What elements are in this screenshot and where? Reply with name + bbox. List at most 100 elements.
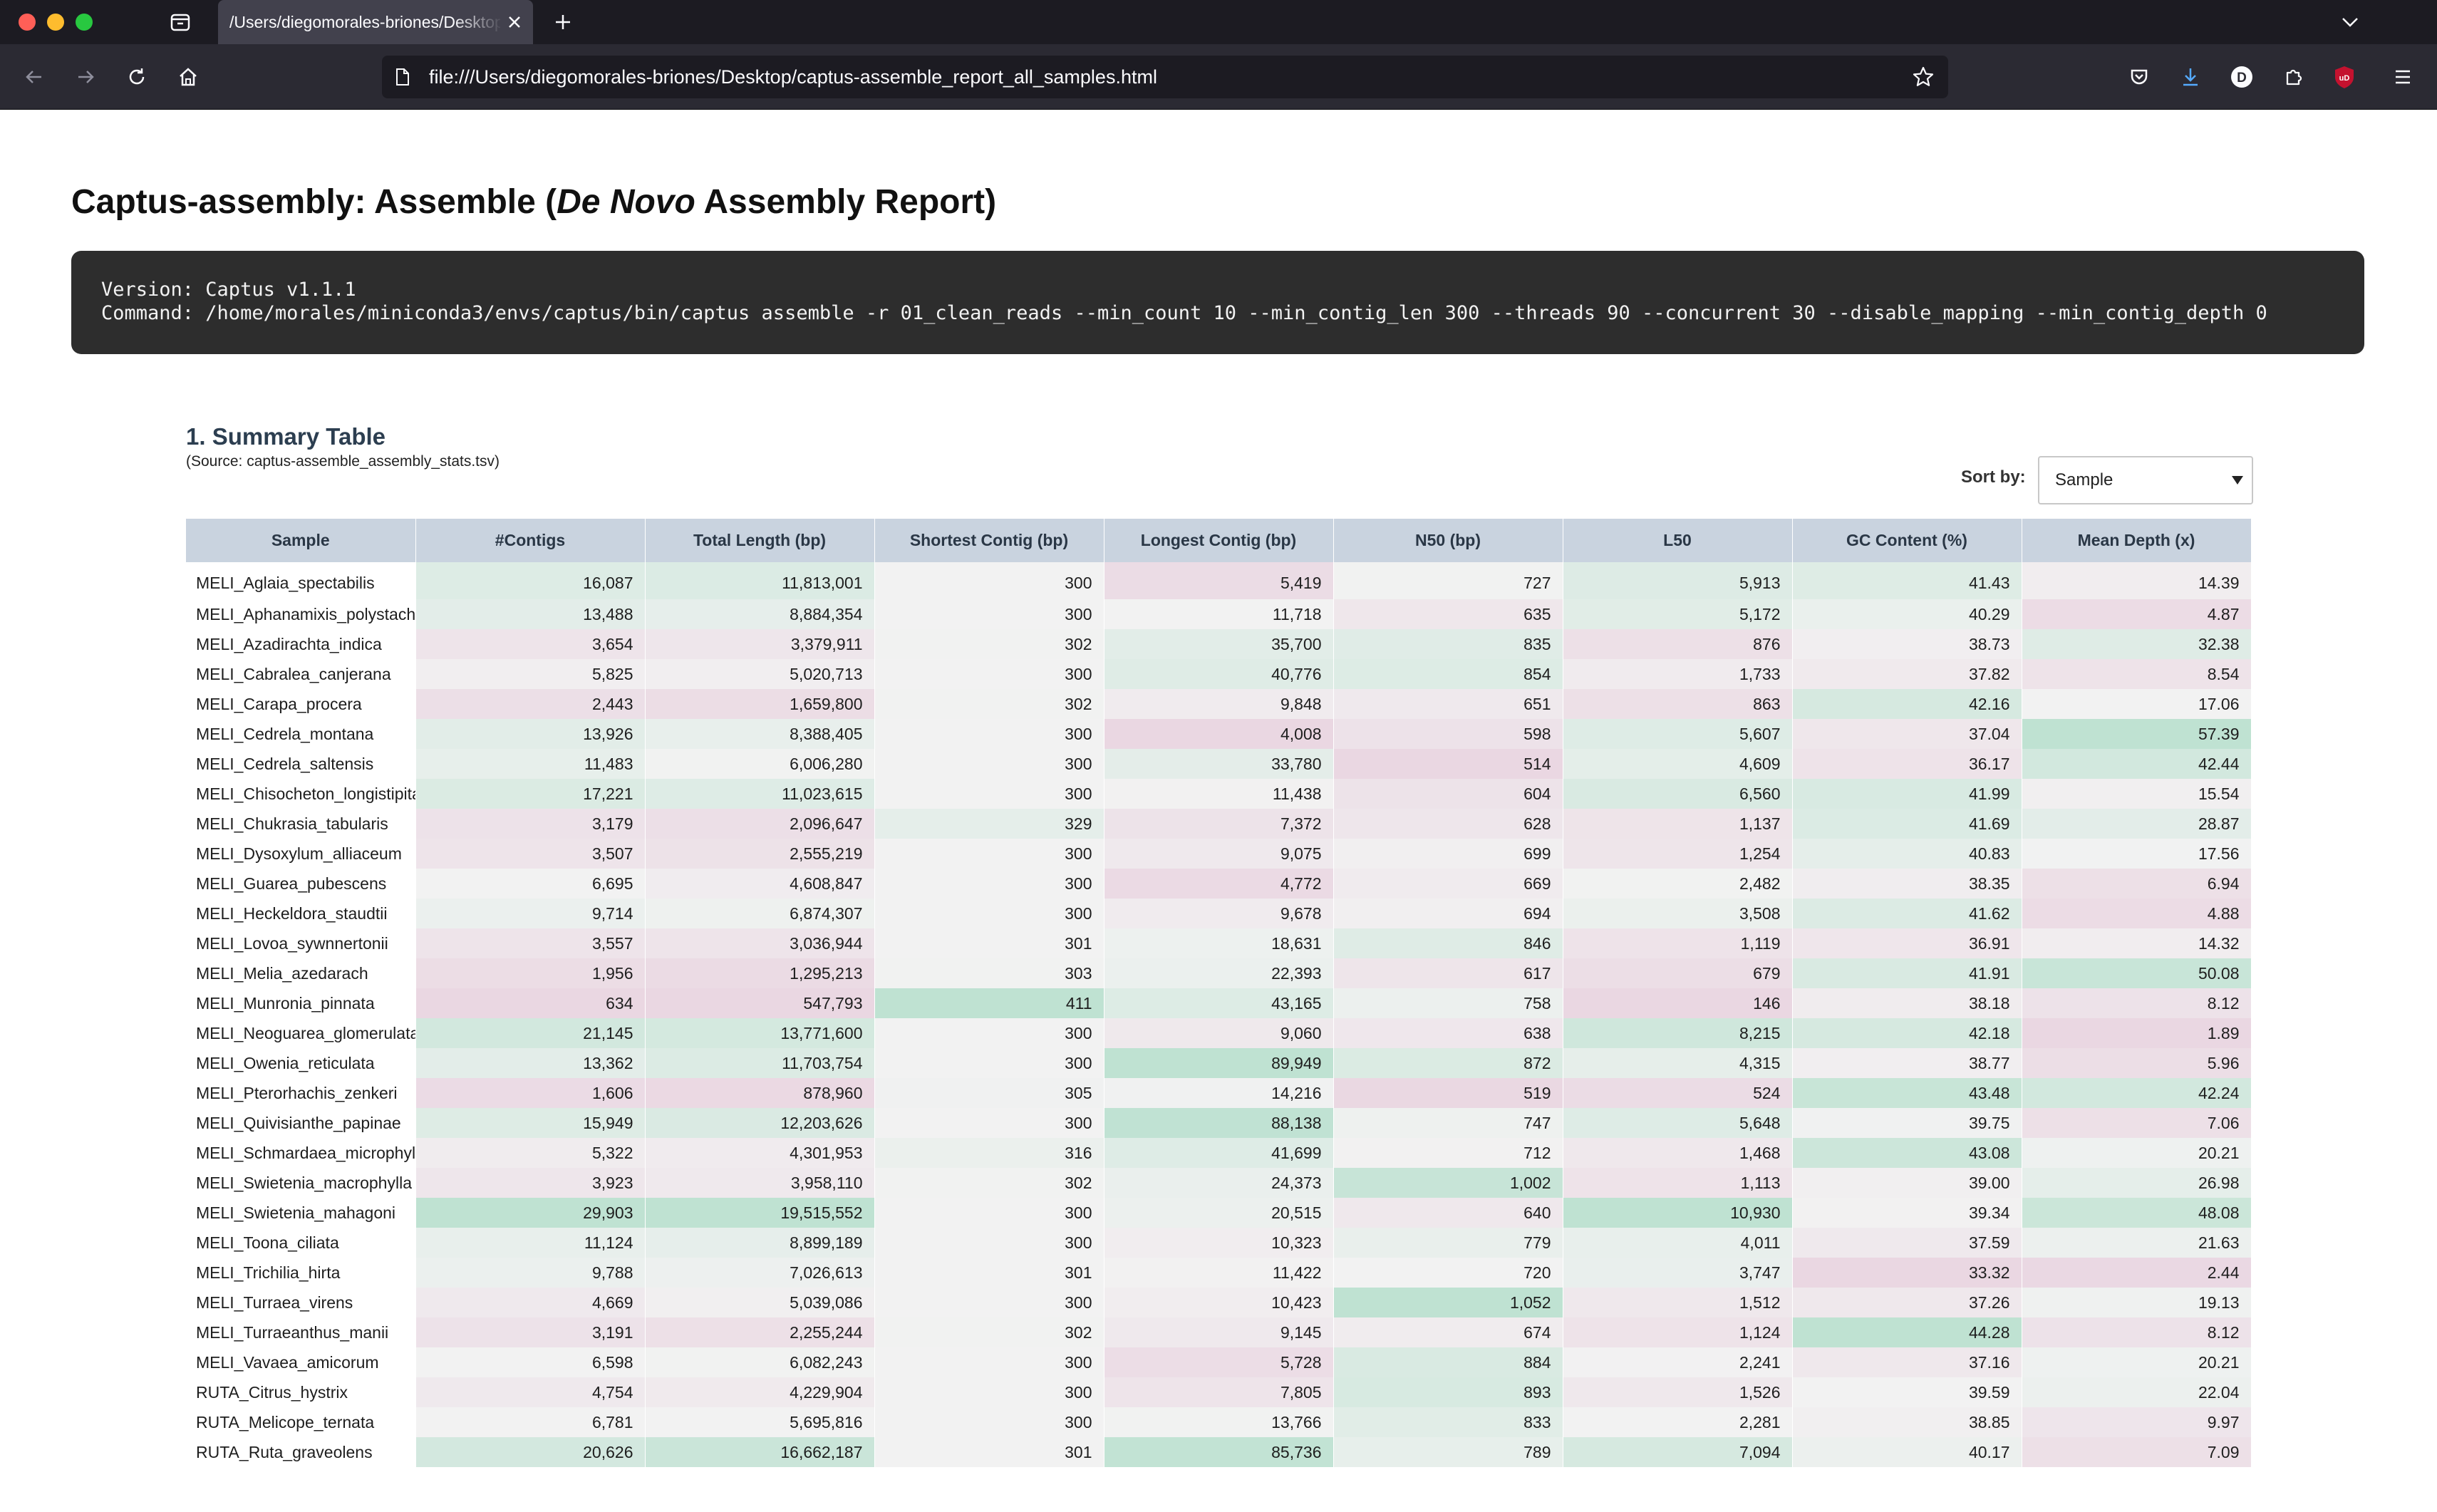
sort-by-select[interactable]: Sample [2038, 456, 2253, 504]
table-cell: 1,119 [1563, 928, 1793, 958]
home-icon[interactable] [174, 63, 202, 91]
table-cell: 43.08 [1792, 1138, 2022, 1168]
window-maximize-button[interactable] [76, 14, 93, 31]
table-cell: 14.39 [2022, 562, 2252, 599]
column-header[interactable]: Mean Depth (x) [2022, 519, 2252, 562]
tab-overview-icon[interactable] [168, 10, 192, 34]
column-header[interactable]: GC Content (%) [1792, 519, 2022, 562]
address-bar[interactable]: file:///Users/diegomorales-briones/Deskt… [382, 56, 1948, 98]
table-cell: 20.21 [2022, 1138, 2252, 1168]
column-header[interactable]: Shortest Contig (bp) [874, 519, 1104, 562]
table-cell: 19.13 [2022, 1288, 2252, 1317]
table-cell: 4.88 [2022, 899, 2252, 928]
table-row: MELI_Lovoa_sywnnertonii 3,557 3,036,944 301… [186, 928, 2252, 958]
sample-name-cell: MELI_Carapa_procera [186, 689, 416, 719]
sample-name-cell: MELI_Guarea_pubescens [186, 869, 416, 899]
forward-arrow-icon[interactable] [71, 63, 100, 91]
table-cell: 21,145 [415, 1018, 646, 1048]
table-header-row: Sample #Contigs Total Length (bp) Shortest … [186, 519, 2252, 562]
table-cell: 9.97 [2022, 1407, 2252, 1437]
ublock-origin-icon[interactable]: uD [2330, 63, 2359, 91]
hamburger-menu-icon[interactable] [2389, 63, 2417, 91]
table-cell: 15,949 [415, 1108, 646, 1138]
table-cell: 43,165 [1104, 988, 1334, 1018]
sample-name-cell: MELI_Owenia_reticulata [186, 1048, 416, 1078]
table-cell: 300 [874, 749, 1104, 779]
account-avatar-icon[interactable]: D [2228, 63, 2256, 91]
table-cell: 300 [874, 839, 1104, 869]
tab-close-icon[interactable] [503, 11, 526, 33]
table-cell: 519 [1333, 1078, 1563, 1108]
table-cell: 8,899,189 [645, 1228, 875, 1258]
table-cell: 300 [874, 1288, 1104, 1317]
table-row: MELI_Melia_azedarach 1,956 1,295,213 303 22,… [186, 958, 2252, 988]
table-cell: 7.06 [2022, 1108, 2252, 1138]
table-cell: 1,295,213 [645, 958, 875, 988]
table-cell: 89,949 [1104, 1048, 1334, 1078]
column-header[interactable]: N50 (bp) [1333, 519, 1563, 562]
table-cell: 11,438 [1104, 779, 1334, 809]
table-cell: 37.16 [1792, 1347, 2022, 1377]
table-cell: 36.17 [1792, 749, 2022, 779]
sample-name-cell: MELI_Dysoxylum_alliaceum [186, 839, 416, 869]
extensions-puzzle-icon[interactable] [2279, 63, 2307, 91]
active-tab[interactable]: /Users/diegomorales-briones/Desktop/capt… [218, 0, 533, 44]
column-header[interactable]: L50 [1563, 519, 1793, 562]
table-cell: 1,526 [1563, 1377, 1793, 1407]
table-cell: 300 [874, 1018, 1104, 1048]
table-row: MELI_Neoguarea_glomerulata 21,145 13,771,6… [186, 1018, 2252, 1048]
table-cell: 41.62 [1792, 899, 2022, 928]
table-cell: 14.32 [2022, 928, 2252, 958]
table-cell: 300 [874, 899, 1104, 928]
table-cell: 39.00 [1792, 1168, 2022, 1198]
table-cell: 8.12 [2022, 1317, 2252, 1347]
window-minimize-button[interactable] [47, 14, 64, 31]
title-suffix: Assembly Report) [695, 183, 997, 221]
new-tab-plus-icon[interactable] [552, 11, 574, 33]
bookmark-star-icon[interactable] [1911, 65, 1935, 89]
table-cell: 3,379,911 [645, 629, 875, 659]
table-cell: 1,002 [1333, 1168, 1563, 1198]
table-row: MELI_Turraeanthus_manii 3,191 2,255,244 302… [186, 1317, 2252, 1347]
column-header[interactable]: #Contigs [415, 519, 646, 562]
pocket-icon[interactable] [2125, 63, 2153, 91]
sort-by-value: Sample [2055, 470, 2113, 490]
column-header[interactable]: Sample [186, 519, 416, 562]
table-cell: 36.91 [1792, 928, 2022, 958]
downloads-icon[interactable] [2176, 63, 2205, 91]
column-header[interactable]: Longest Contig (bp) [1104, 519, 1334, 562]
table-cell: 13,488 [415, 599, 646, 629]
table-cell: 635 [1333, 599, 1563, 629]
table-cell: 10,930 [1563, 1198, 1793, 1228]
table-cell: 1,137 [1563, 809, 1793, 839]
table-cell: 300 [874, 719, 1104, 749]
column-header[interactable]: Total Length (bp) [645, 519, 875, 562]
table-row: RUTA_Ruta_graveolens 20,626 16,662,187 301 8… [186, 1437, 2252, 1467]
table-cell: 17.56 [2022, 839, 2252, 869]
reload-icon[interactable] [123, 63, 151, 91]
sample-name-cell: RUTA_Citrus_hystrix [186, 1377, 416, 1407]
table-cell: 301 [874, 1437, 1104, 1467]
sample-name-cell: MELI_Trichilia_hirta [186, 1258, 416, 1288]
table-cell: 302 [874, 689, 1104, 719]
table-cell: 9,060 [1104, 1018, 1334, 1048]
table-cell: 41.43 [1792, 562, 2022, 599]
table-cell: 4,772 [1104, 869, 1334, 899]
table-cell: 640 [1333, 1198, 1563, 1228]
table-cell: 85,736 [1104, 1437, 1334, 1467]
table-row: MELI_Heckeldora_staudtii 9,714 6,874,307 30… [186, 899, 2252, 928]
navigation-toolbar: file:///Users/diegomorales-briones/Deskt… [0, 44, 2437, 110]
table-cell: 50.08 [2022, 958, 2252, 988]
url-text[interactable]: file:///Users/diegomorales-briones/Deskt… [429, 56, 1157, 98]
table-cell: 300 [874, 562, 1104, 599]
back-arrow-icon[interactable] [20, 63, 48, 91]
table-cell: 37.82 [1792, 659, 2022, 689]
table-cell: 28.87 [2022, 809, 2252, 839]
table-cell: 40.17 [1792, 1437, 2022, 1467]
tab-list-chevron-icon[interactable] [2339, 11, 2361, 33]
table-cell: 524 [1563, 1078, 1793, 1108]
table-cell: 17,221 [415, 779, 646, 809]
table-cell: 651 [1333, 689, 1563, 719]
window-close-button[interactable] [19, 14, 36, 31]
table-cell: 300 [874, 1347, 1104, 1377]
